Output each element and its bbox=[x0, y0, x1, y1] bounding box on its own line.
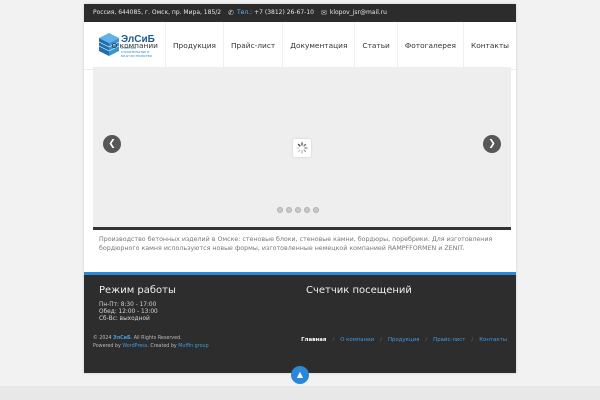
top-bar: Россия, 644085, г. Омск, пр. Мира, 185/2… bbox=[84, 4, 516, 22]
powered-prefix: Powered by bbox=[93, 344, 121, 349]
image-slider: ❮ ❯ bbox=[93, 67, 511, 230]
slider-dot-3[interactable] bbox=[295, 207, 301, 213]
phone-number[interactable]: +7 (3812) 26-67-10 bbox=[254, 4, 314, 22]
footer-nav-separator: / bbox=[380, 337, 382, 343]
muffin-group-link[interactable]: Muffin group bbox=[178, 344, 208, 349]
email[interactable]: ✉ klopov_jsr@mail.ru bbox=[321, 4, 387, 22]
copyright: © 2024 ЭлСиБ. All Rights Reserved. Power… bbox=[93, 335, 209, 351]
footer-nav-products[interactable]: Продукция bbox=[388, 337, 419, 343]
footer-nav-separator: / bbox=[332, 337, 335, 343]
footer-nav-separator: / bbox=[425, 337, 428, 343]
chevron-up-icon: ▲ bbox=[296, 370, 304, 379]
chevron-right-icon: ❯ bbox=[488, 139, 496, 149]
powered-line: Powered by WordPress. Created by Muffin … bbox=[93, 343, 209, 351]
slider-dot-2[interactable] bbox=[286, 207, 292, 213]
address: Россия, 644085, г. Омск, пр. Мира, 185/2 bbox=[93, 4, 221, 22]
working-hours: Пн-Пт: 8:30 - 17:00 Обед: 12:00 - 13:00 … bbox=[99, 302, 158, 324]
working-hours-title: Режим работы bbox=[99, 285, 176, 296]
phone-label: Тел.: bbox=[236, 9, 253, 16]
nav-item-products[interactable]: Продукция bbox=[164, 22, 223, 70]
slider-prev-button[interactable]: ❮ bbox=[103, 135, 121, 153]
nav-item-price-list[interactable]: Прайс-лист bbox=[222, 22, 282, 70]
loading-spinner bbox=[293, 139, 311, 157]
copyright-rights: . All Rights Reserved. bbox=[130, 336, 182, 341]
site-footer: Режим работы Пн-Пт: 8:30 - 17:00 Обед: 1… bbox=[84, 272, 516, 373]
copyright-line: © 2024 ЭлСиБ. All Rights Reserved. bbox=[93, 335, 209, 343]
email-link[interactable]: klopov_jsr@mail.ru bbox=[330, 4, 387, 22]
nav-item-about[interactable]: О компании bbox=[111, 22, 165, 70]
nav-item-gallery[interactable]: Фотогалерея bbox=[396, 22, 463, 70]
footer-nav-about[interactable]: О компании bbox=[340, 337, 374, 343]
spinner-icon bbox=[296, 142, 308, 154]
envelope-icon: ✉ bbox=[320, 9, 327, 17]
slider-next-button[interactable]: ❯ bbox=[483, 135, 501, 153]
copyright-year: © 2024 bbox=[93, 336, 112, 341]
nav-item-documentation[interactable]: Документация bbox=[282, 22, 354, 70]
footer-nav-home[interactable]: Главная bbox=[301, 337, 326, 343]
hours-weekend: Сб-Вс: выходной bbox=[99, 316, 150, 323]
wordpress-link[interactable]: WordPress bbox=[122, 344, 147, 349]
slider-dot-5[interactable] bbox=[313, 207, 319, 213]
nav-item-articles[interactable]: Статьи bbox=[354, 22, 396, 70]
visit-counter-title: Счетчик посещений bbox=[306, 285, 412, 296]
page-bottom-band bbox=[0, 386, 600, 400]
nav-item-contacts[interactable]: Контакты bbox=[462, 22, 516, 70]
created-prefix: . Created by bbox=[147, 344, 177, 349]
slider-dot-1[interactable] bbox=[277, 207, 283, 213]
footer-nav-separator: / bbox=[471, 337, 474, 343]
page-container: Россия, 644085, г. Омск, пр. Мира, 185/2… bbox=[84, 4, 516, 373]
footer-nav-contacts[interactable]: Контакты bbox=[479, 337, 507, 343]
slider-pagination bbox=[277, 207, 319, 213]
company-description: Производство бетонных изделий в Омске: с… bbox=[99, 236, 493, 253]
slider-dot-4[interactable] bbox=[304, 207, 310, 213]
phone-icon: ✆ bbox=[228, 9, 234, 17]
main-nav: О компании Продукция Прайс-лист Документ… bbox=[111, 22, 516, 70]
footer-nav: Главная / О компании / Продукция / Прайс… bbox=[301, 337, 507, 343]
hours-weekdays: Пн-Пт: 8:30 - 17:00 bbox=[99, 302, 157, 308]
phone[interactable]: ✆ Тел.: +7 (3812) 26-67-10 bbox=[228, 4, 314, 22]
scroll-to-top-button[interactable]: ▲ bbox=[291, 366, 309, 384]
footer-nav-price-list[interactable]: Прайс-лист bbox=[433, 337, 465, 343]
site-header: ЭлСиБ ИЗДЕЛИЯ СТРОИТЕЛЬНЫЕ И БЛАГОУСТРОЙ… bbox=[84, 22, 516, 70]
address-text: Россия, 644085, г. Омск, пр. Мира, 185/2 bbox=[93, 9, 222, 16]
copyright-brand[interactable]: ЭлСиБ bbox=[113, 336, 131, 341]
chevron-left-icon: ❮ bbox=[108, 139, 116, 149]
